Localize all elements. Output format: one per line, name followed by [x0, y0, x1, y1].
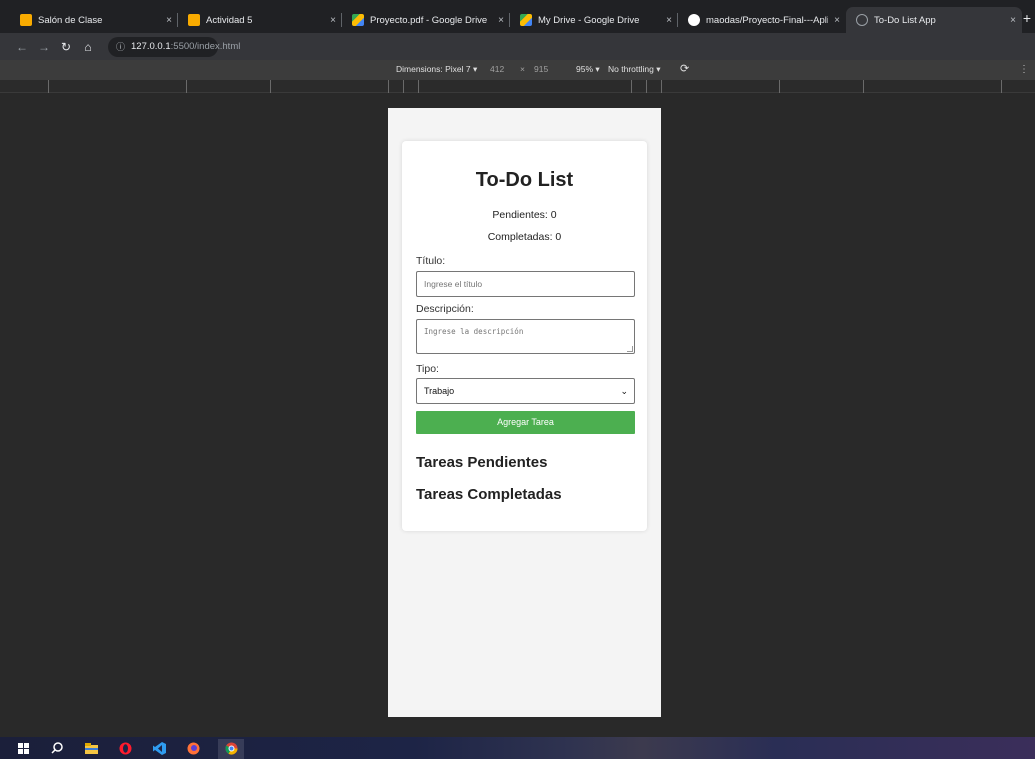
- search-icon[interactable]: [50, 741, 64, 755]
- new-tab-button[interactable]: +: [1023, 10, 1031, 26]
- tab-title: Salón de Clase: [38, 14, 103, 26]
- close-tab-icon[interactable]: ×: [1004, 15, 1022, 26]
- device-height-input[interactable]: 915: [534, 64, 548, 74]
- tab-title: Actividad 5: [206, 14, 253, 26]
- description-label: Descripción:: [416, 303, 474, 315]
- title-label: Título:: [416, 255, 446, 267]
- description-placeholder: Ingrese la descripción: [424, 327, 524, 336]
- tab-strip: Salón de Clase × Actividad 5 × Proyecto.…: [0, 0, 1035, 33]
- browser-toolbar: ← → ↻ ⌂ ⓘ 127.0.0.1:5500/index.html: [0, 33, 1035, 60]
- firefox-icon[interactable]: [186, 741, 200, 755]
- zoom-dropdown[interactable]: 95% ▾: [576, 64, 600, 75]
- globe-icon: [856, 14, 868, 26]
- tab-salon-de-clase[interactable]: Salón de Clase ×: [10, 7, 178, 33]
- address-bar[interactable]: ⓘ 127.0.0.1:5500/index.html: [108, 36, 240, 57]
- close-tab-icon[interactable]: ×: [160, 15, 178, 26]
- device-toolbar: Dimensions: Pixel 7 ▾ 412 × 915 95% ▾ No…: [0, 60, 1035, 80]
- classroom-icon: [188, 14, 200, 26]
- github-icon: [688, 14, 700, 26]
- completed-tasks-heading: Tareas Completadas: [416, 486, 562, 503]
- add-task-button[interactable]: Agregar Tarea: [416, 411, 635, 434]
- throttling-dropdown[interactable]: No throttling ▾: [608, 64, 660, 75]
- type-label: Tipo:: [416, 363, 439, 375]
- close-tab-icon[interactable]: ×: [492, 15, 510, 26]
- file-explorer-icon[interactable]: [84, 741, 98, 755]
- classroom-icon: [20, 14, 32, 26]
- device-viewport: To-Do List Pendientes: 0 Completadas: 0 …: [388, 108, 661, 717]
- tab-github-repo[interactable]: maodas/Proyecto-Final---Aplica ×: [678, 7, 846, 33]
- completed-count: Completadas: 0: [487, 231, 562, 243]
- tab-title: maodas/Proyecto-Final---Aplica: [706, 14, 828, 26]
- pending-tasks-heading: Tareas Pendientes: [416, 454, 548, 471]
- tab-title: Proyecto.pdf - Google Drive: [370, 14, 488, 26]
- close-tab-icon[interactable]: ×: [828, 15, 846, 26]
- home-icon[interactable]: ⌂: [78, 40, 98, 54]
- resize-handle-icon[interactable]: [627, 346, 633, 352]
- type-select[interactable]: Trabajo ⌄: [416, 378, 635, 404]
- device-width-input[interactable]: 412: [490, 64, 504, 74]
- info-icon[interactable]: ⓘ: [116, 40, 125, 53]
- google-drive-icon: [352, 14, 364, 26]
- address-host: 127.0.0.1: [131, 41, 171, 52]
- windows-start-icon[interactable]: [16, 741, 30, 755]
- dimension-times: ×: [520, 64, 525, 74]
- taskbar: [0, 737, 1035, 759]
- address-path: :5500/index.html: [170, 41, 241, 52]
- reload-icon[interactable]: ↻: [56, 40, 76, 54]
- device-dimensions-dropdown[interactable]: Dimensions: Pixel 7 ▾: [396, 64, 477, 75]
- chevron-down-icon: ⌄: [620, 386, 628, 396]
- opera-icon[interactable]: [118, 741, 132, 755]
- description-textarea[interactable]: Ingrese la descripción: [416, 319, 635, 354]
- title-input[interactable]: Ingrese el título: [416, 271, 635, 297]
- pending-count: Pendientes: 0: [492, 209, 557, 221]
- tab-my-drive[interactable]: My Drive - Google Drive ×: [510, 7, 678, 33]
- close-tab-icon[interactable]: ×: [660, 15, 678, 26]
- vscode-icon[interactable]: [152, 741, 166, 755]
- tab-actividad-5[interactable]: Actividad 5 ×: [178, 7, 342, 33]
- todo-card: To-Do List Pendientes: 0 Completadas: 0 …: [402, 141, 647, 531]
- close-tab-icon[interactable]: ×: [324, 15, 342, 26]
- rotate-icon[interactable]: ⟳: [680, 62, 689, 75]
- back-arrow-icon[interactable]: ←: [12, 40, 32, 54]
- type-selected-value: Trabajo: [424, 386, 455, 396]
- tab-title: My Drive - Google Drive: [538, 14, 640, 26]
- media-query-ruler: [0, 80, 1035, 93]
- forward-arrow-icon[interactable]: →: [34, 40, 54, 54]
- page-title: To-Do List: [475, 169, 574, 191]
- google-drive-icon: [520, 14, 532, 26]
- tab-proyecto-pdf[interactable]: Proyecto.pdf - Google Drive ×: [342, 7, 510, 33]
- more-options-icon[interactable]: ⋮: [1019, 64, 1029, 75]
- tab-todo-list-app[interactable]: To-Do List App ×: [846, 7, 1022, 33]
- tab-title: To-Do List App: [874, 14, 936, 26]
- chrome-icon[interactable]: [224, 741, 238, 755]
